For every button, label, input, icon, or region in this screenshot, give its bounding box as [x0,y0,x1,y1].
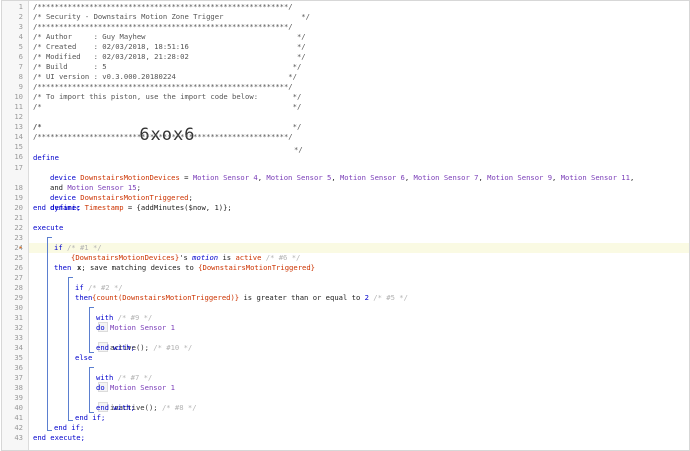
comment-divider: /***************************************… [33,22,293,31]
end-define-keyword[interactable]: end define; [33,203,81,213]
do-keyword[interactable]: do [96,383,105,393]
empty-comment: /* */ [33,122,302,131]
comment-divider: /***************************************… [33,2,293,11]
ui-version-comment: /* UI version : v0.3.000.20180224 */ [33,72,297,81]
end-with-keyword[interactable]: end with; [96,343,135,353]
piston-title-comment: /* Security - Downstairs Motion Zone Tri… [33,12,310,21]
then-keyword[interactable]: then [54,263,71,273]
define-keyword[interactable]: define [33,153,59,163]
import-instruction-comment: /* To import this piston, use the import… [33,92,302,101]
end-with-keyword[interactable]: end with; [96,403,135,413]
end-if-keyword[interactable]: end if; [54,423,84,433]
then-keyword[interactable]: then [75,293,92,303]
piston-code-view: 1 2 3 4 5 6 7 8 9 10 11 12 13 14 15 16 1… [1,0,690,451]
end-execute-keyword[interactable]: end execute; [33,433,85,443]
do-keyword[interactable]: do [96,323,105,333]
else-keyword[interactable]: else [75,353,92,363]
execute-keyword[interactable]: execute [33,223,63,233]
author-comment: /* Author : Guy Mayhew */ [33,32,306,41]
end-if-keyword[interactable]: end if; [75,413,105,423]
comment-divider: /***************************************… [33,82,293,91]
empty-comment: /* */ [33,102,302,111]
modified-comment: /* Modified : 02/03/2018, 21:28:02 */ [33,52,306,61]
comment-divider: /***************************************… [33,132,293,141]
build-comment: /* Build : 5 */ [33,62,302,71]
created-comment: /* Created : 02/03/2018, 18:51:16 */ [33,42,306,51]
